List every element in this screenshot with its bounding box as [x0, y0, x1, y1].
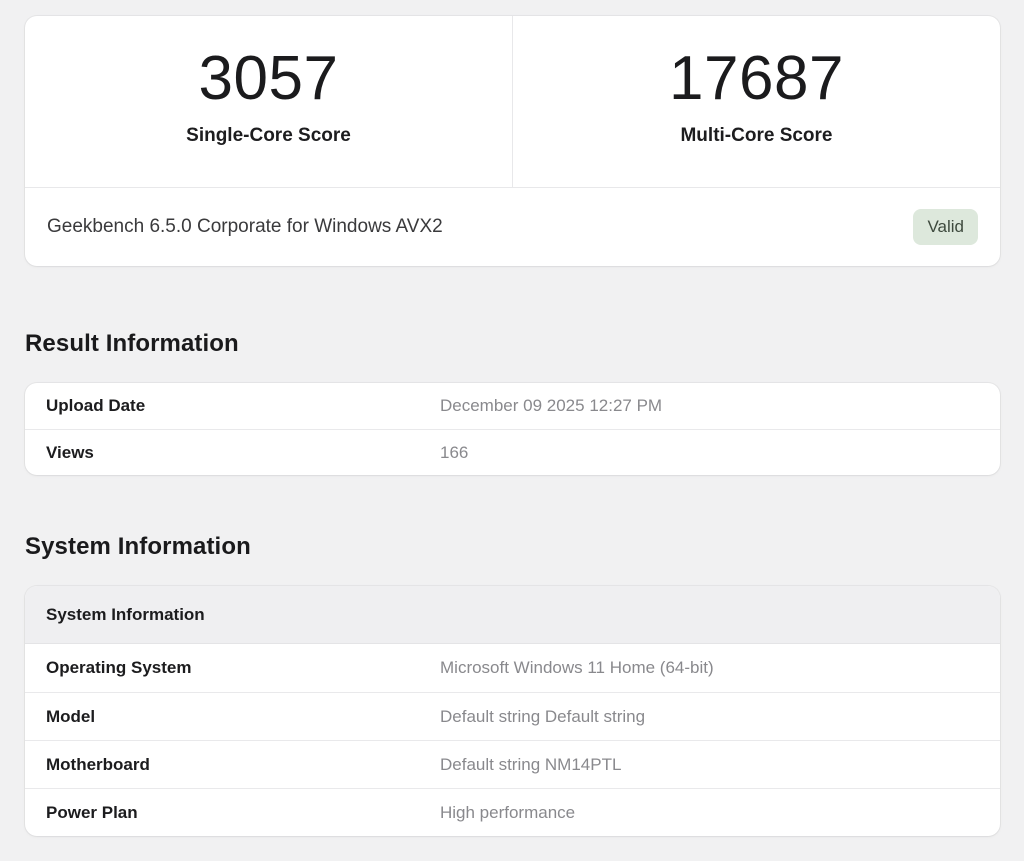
table-row: Operating System Microsoft Windows 11 Ho… — [25, 644, 1000, 692]
row-value: Microsoft Windows 11 Home (64-bit) — [440, 658, 979, 678]
multi-core-score-label: Multi-Core Score — [513, 125, 1000, 147]
table-row: Model Default string Default string — [25, 692, 1000, 740]
benchmark-caption-row: Geekbench 6.5.0 Corporate for Windows AV… — [25, 187, 1000, 266]
row-label: Motherboard — [46, 755, 440, 775]
row-value: December 09 2025 12:27 PM — [440, 396, 979, 416]
multi-core-score-cell: 17687 Multi-Core Score — [513, 16, 1000, 187]
system-information-heading: System Information — [25, 533, 1000, 561]
row-value: Default string Default string — [440, 707, 979, 727]
result-information-table: Upload Date December 09 2025 12:27 PM Vi… — [25, 383, 1000, 475]
table-row: Power Plan High performance — [25, 788, 1000, 836]
valid-badge: Valid — [913, 209, 978, 245]
row-label: Power Plan — [46, 803, 440, 823]
score-summary-card: 3057 Single-Core Score 17687 Multi-Core … — [25, 16, 1000, 266]
table-row: Views 166 — [25, 429, 1000, 475]
multi-core-score-value: 17687 — [513, 46, 1000, 111]
benchmark-version-text: Geekbench 6.5.0 Corporate for Windows AV… — [47, 216, 443, 238]
row-label: Operating System — [46, 658, 440, 678]
row-value: Default string NM14PTL — [440, 755, 979, 775]
system-information-table-header: System Information — [25, 586, 1000, 644]
single-core-score-cell: 3057 Single-Core Score — [25, 16, 513, 187]
system-information-table: System Information Operating System Micr… — [25, 586, 1000, 836]
row-value: 166 — [440, 443, 979, 463]
score-grid: 3057 Single-Core Score 17687 Multi-Core … — [25, 16, 1000, 187]
system-information-table-body: Operating System Microsoft Windows 11 Ho… — [25, 644, 1000, 836]
table-row: Upload Date December 09 2025 12:27 PM — [25, 383, 1000, 429]
single-core-score-label: Single-Core Score — [25, 125, 512, 147]
result-information-heading: Result Information — [25, 330, 1000, 358]
single-core-score-value: 3057 — [25, 46, 512, 111]
page-content: 3057 Single-Core Score 17687 Multi-Core … — [25, 0, 1000, 836]
table-row: Motherboard Default string NM14PTL — [25, 740, 1000, 788]
row-value: High performance — [440, 803, 979, 823]
row-label: Upload Date — [46, 396, 440, 416]
row-label: Views — [46, 443, 440, 463]
row-label: Model — [46, 707, 440, 727]
